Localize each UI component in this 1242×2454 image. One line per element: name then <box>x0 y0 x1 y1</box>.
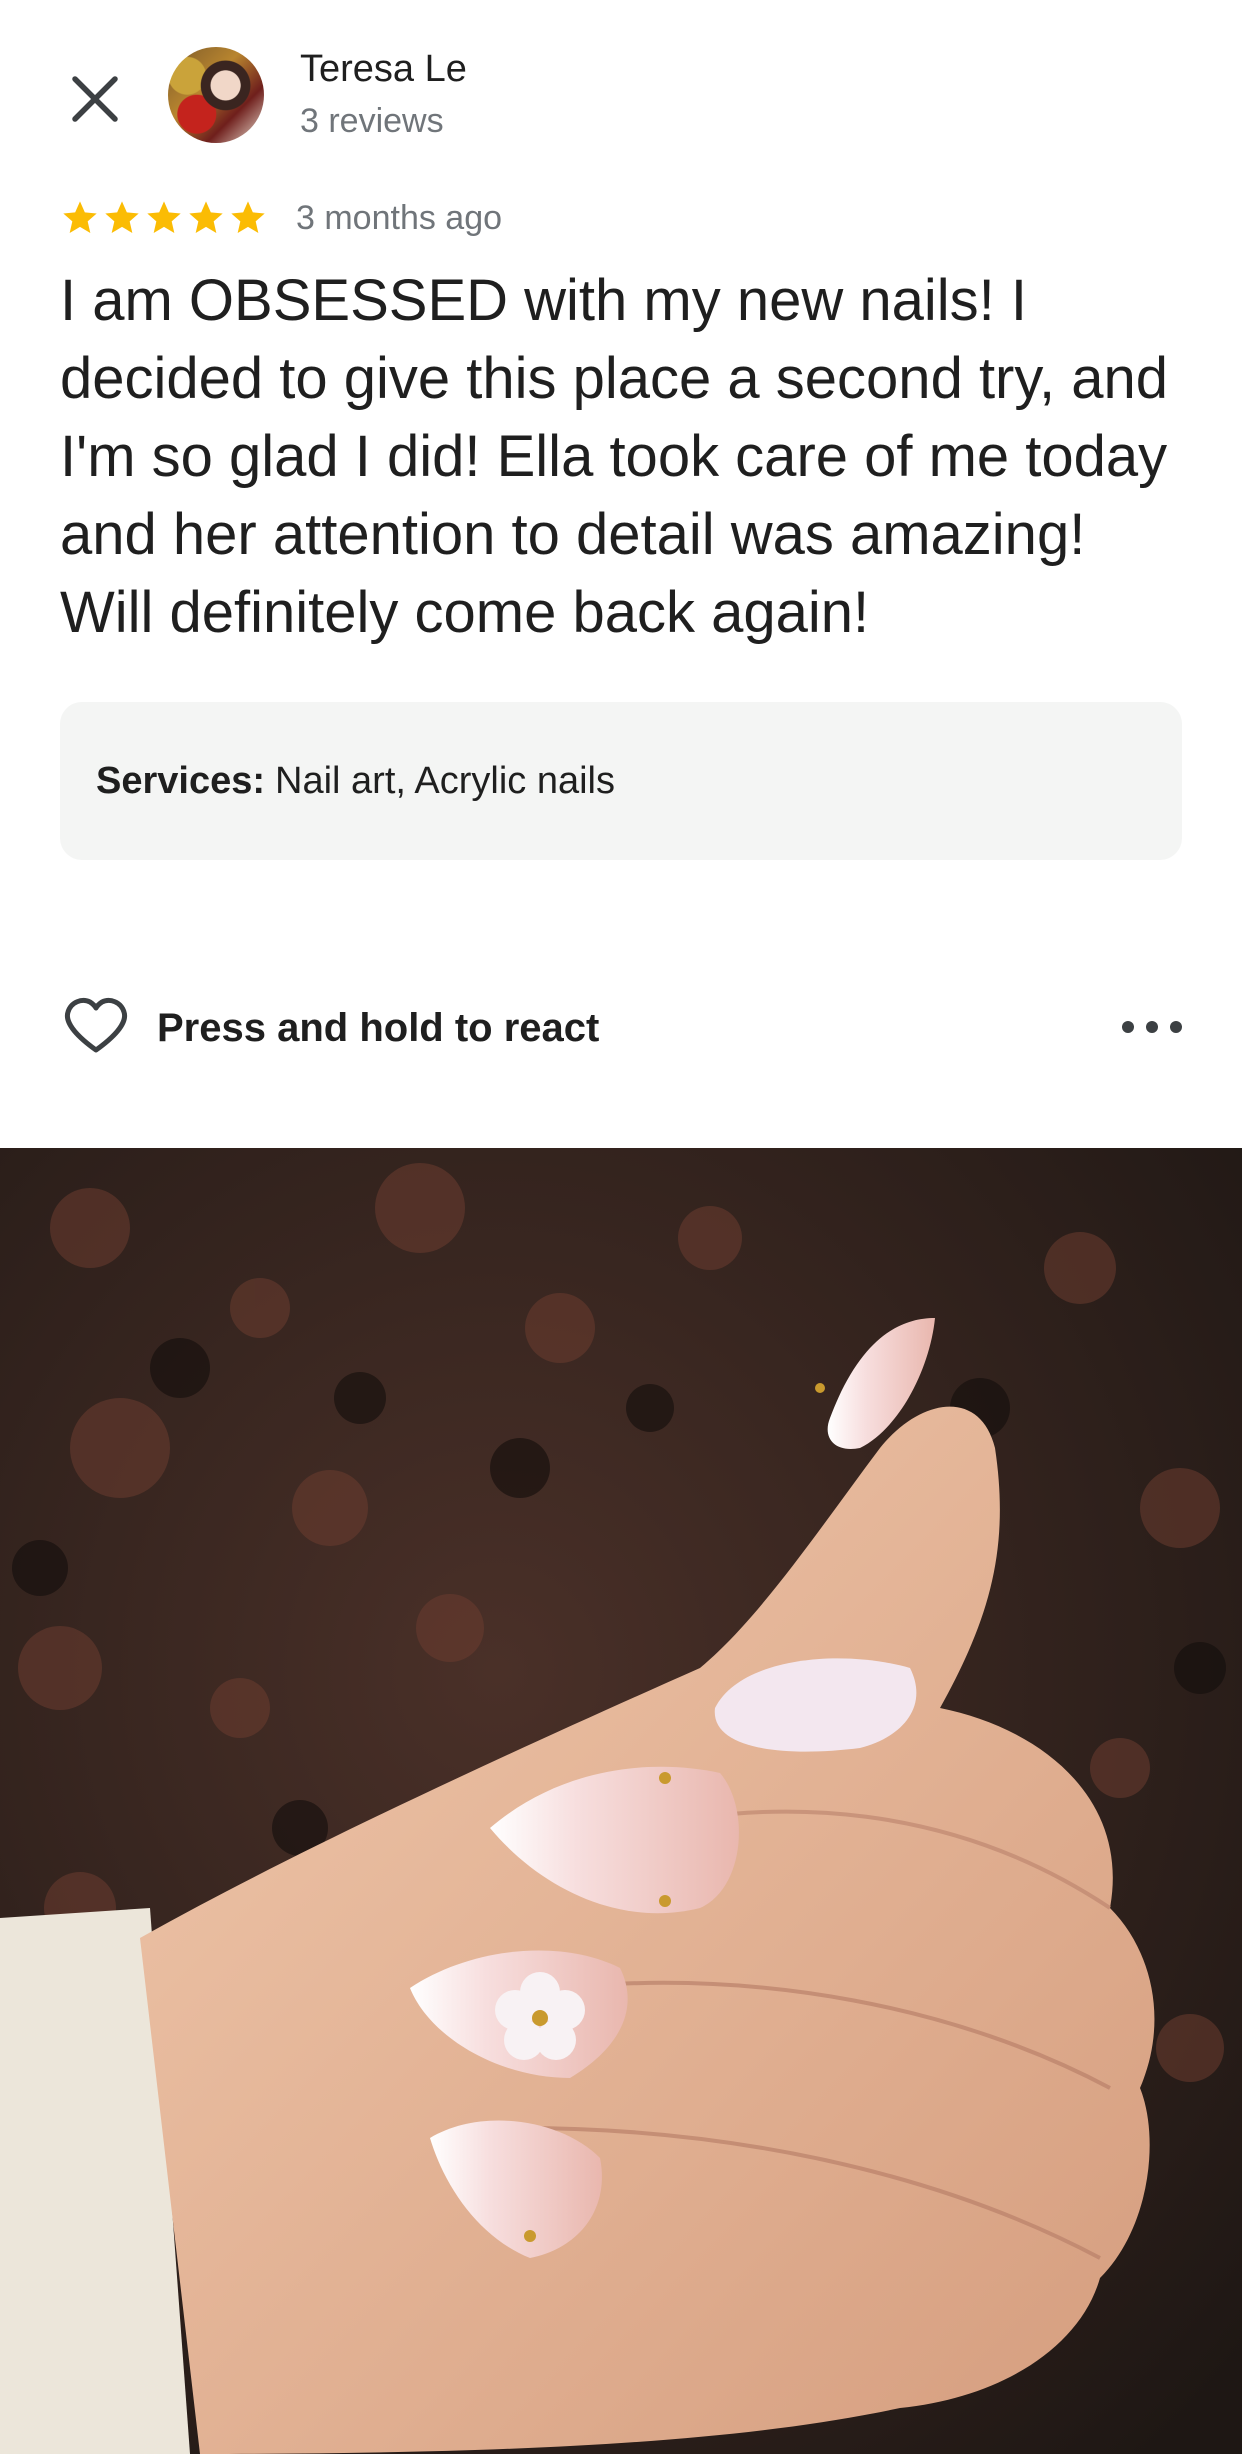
services-value: Nail art, Acrylic nails <box>275 759 615 802</box>
services-box: Services: Nail art, Acrylic nails <box>60 702 1182 860</box>
star-icon <box>147 201 181 233</box>
reviewer-name[interactable]: Teresa Le <box>300 48 467 91</box>
react-row: Press and hold to react <box>60 990 1182 1066</box>
star-rating <box>60 198 268 238</box>
more-options-button[interactable] <box>1122 1002 1182 1052</box>
react-label[interactable]: Press and hold to react <box>157 1006 599 1051</box>
star-icon <box>231 201 265 233</box>
close-button[interactable] <box>60 64 130 134</box>
heart-outline-icon <box>64 997 128 1053</box>
review-text: I am OBSESSED with my new nails! I decid… <box>60 268 1169 645</box>
star-icon <box>105 201 139 233</box>
star-icon <box>63 201 97 233</box>
close-icon <box>72 76 118 122</box>
hand-with-nail-art-photo <box>0 1148 1242 2454</box>
more-horizontal-icon <box>1122 1021 1134 1033</box>
review-header: Teresa Le 3 reviews <box>0 0 1242 170</box>
services-label: Services: <box>96 759 266 802</box>
reviewer-review-count: 3 reviews <box>300 102 444 140</box>
avatar[interactable] <box>168 47 264 143</box>
react-button[interactable] <box>60 990 132 1062</box>
star-icon <box>189 201 223 233</box>
review-time: 3 months ago <box>296 198 503 237</box>
rating-row: 3 months ago <box>60 196 502 240</box>
review-photo[interactable] <box>0 1148 1242 2454</box>
